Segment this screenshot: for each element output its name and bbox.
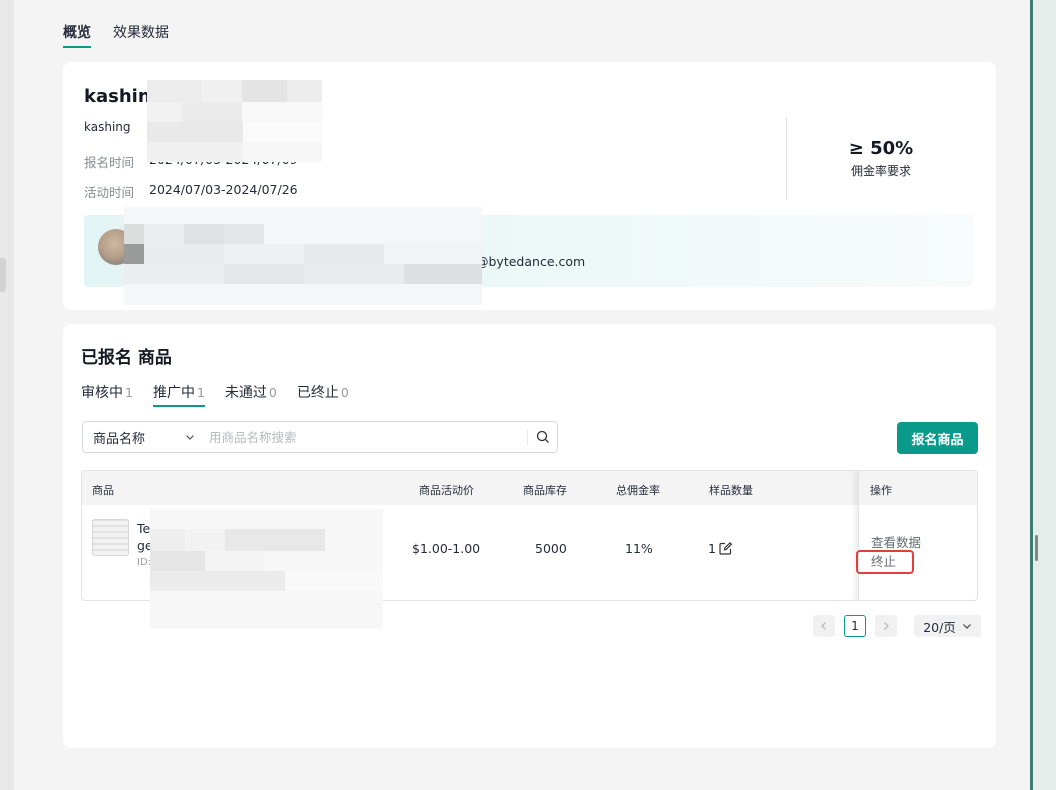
header-sample-count: 样品数量	[709, 484, 753, 497]
prev-page-button[interactable]	[813, 615, 835, 637]
tab-overview[interactable]: 概览	[63, 22, 91, 48]
pagination: 1 20/页	[813, 615, 981, 637]
tab-label: 未通过	[224, 385, 267, 401]
redacted-contact-block	[124, 207, 482, 305]
search-field-select[interactable]: 商品名称	[83, 428, 203, 447]
product-search: 商品名称	[82, 421, 558, 453]
redacted-title-block	[147, 80, 322, 162]
edit-icon[interactable]	[718, 541, 733, 556]
activity-price: $1.00-1.00	[412, 541, 481, 556]
redacted-product-block	[150, 509, 383, 629]
header-commission: 总佣金率	[616, 484, 660, 497]
signup-time-label: 报名时间	[84, 155, 135, 170]
active-time-label: 活动时间	[84, 185, 135, 200]
header-activity-price: 商品活动价	[419, 484, 474, 497]
divider	[786, 118, 787, 200]
chevron-right-icon	[884, 622, 889, 630]
header-stock: 商品库存	[523, 484, 567, 497]
commission-value: ≥ 50%	[848, 138, 914, 159]
campaign-subtitle: kashing	[84, 120, 131, 134]
header-actions: 操作	[870, 484, 892, 497]
tab-count: 1	[196, 385, 205, 400]
search-input[interactable]	[203, 423, 527, 451]
sample-count: 1	[708, 541, 733, 556]
left-panel-edge	[0, 0, 14, 790]
scrollbar-thumb[interactable]	[1035, 535, 1038, 561]
page-1-button[interactable]: 1	[844, 615, 866, 637]
tab-terminated[interactable]: 已终止 0	[297, 382, 349, 407]
tab-label: 已终止	[296, 385, 339, 401]
search-icon[interactable]	[527, 429, 557, 445]
chevron-down-icon	[962, 624, 971, 629]
register-product-button[interactable]: 报名商品	[897, 422, 978, 454]
commission-rate: 11%	[625, 541, 653, 556]
chevron-left-icon	[821, 622, 826, 630]
tab-reviewing[interactable]: 审核中 1	[81, 382, 133, 407]
tab-rejected[interactable]: 未通过 0	[225, 382, 277, 407]
active-time-value: 2024/07/03-2024/07/26	[149, 182, 298, 197]
page-size-select[interactable]: 20/页	[914, 615, 981, 637]
tab-performance-data[interactable]: 效果数据	[113, 22, 169, 48]
header-product: 商品	[92, 484, 114, 497]
collapse-handle[interactable]	[0, 258, 6, 292]
commission-label: 佣金率要求	[850, 164, 911, 178]
right-side-panel	[1033, 0, 1056, 790]
tab-label: 推广中	[152, 385, 195, 401]
header-actions-cell: 操作	[859, 471, 977, 505]
stock-value: 5000	[535, 541, 567, 556]
chevron-down-icon	[186, 435, 194, 440]
tab-count: 0	[340, 385, 349, 400]
contact-email: @bytedance.com	[476, 254, 586, 269]
view-data-link[interactable]: 查看数据	[871, 532, 921, 551]
table-header: 商品 商品活动价 商品库存 总佣金率 样品数量	[82, 471, 977, 505]
actions-column: 操作 查看数据 终止	[858, 471, 977, 600]
tab-label: 审核中	[81, 385, 123, 401]
search-field-value: 商品名称	[93, 431, 146, 447]
campaign-info-card: kashing kashing 报名时间 2024/07/03-2024/07/…	[63, 62, 996, 310]
page-size-value: 20/页	[923, 619, 956, 635]
status-tabs: 审核中 1 推广中 1 未通过 0 已终止 0	[81, 382, 349, 407]
next-page-button[interactable]	[875, 615, 897, 637]
tab-promoting[interactable]: 推广中 1	[152, 382, 205, 407]
active-time-row: 活动时间 2024/07/03-2024/07/26	[84, 182, 298, 201]
section-title: 已报名 商品	[81, 348, 172, 368]
sample-count-value: 1	[708, 541, 716, 556]
tab-count: 0	[268, 385, 277, 400]
product-name-line1: Te	[137, 521, 151, 536]
commission-requirement: ≥ 50% 佣金率要求	[823, 138, 939, 179]
registered-products-card: 已报名 商品 审核中1 推广中1 未通过0 已终止0 商品名称 报名商品 商品 …	[63, 324, 996, 748]
tab-count: 1	[125, 385, 133, 400]
top-tabs: 概览 效果数据	[63, 22, 169, 48]
product-id-label: ID:	[137, 557, 152, 568]
highlight-box	[856, 550, 914, 574]
product-thumbnail	[92, 519, 129, 556]
